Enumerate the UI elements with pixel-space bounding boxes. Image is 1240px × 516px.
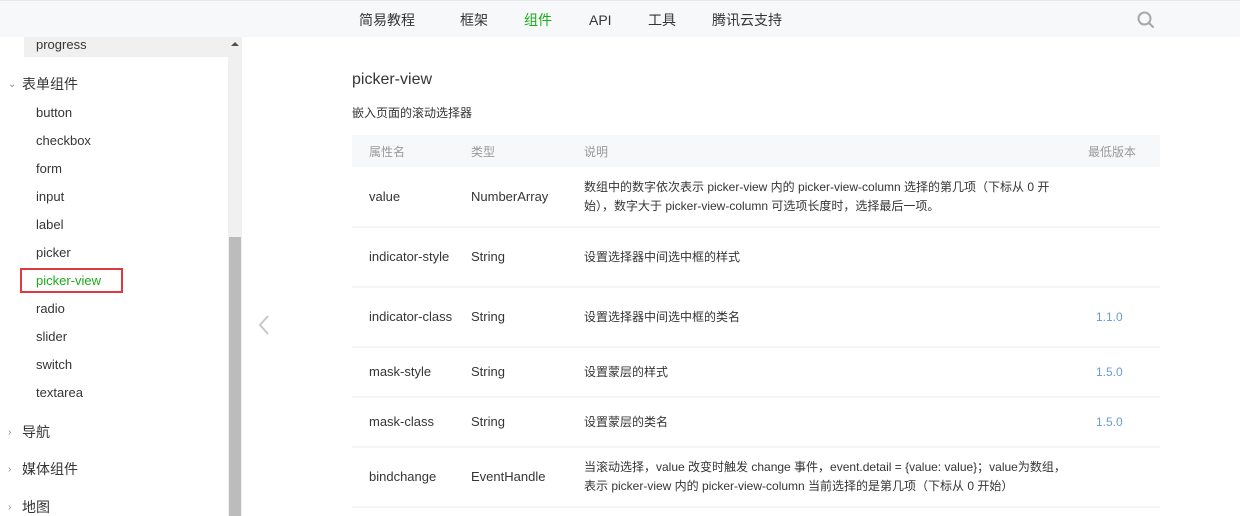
top-nav-bar: 简易教程 框架 组件 API 工具 腾讯云支持 (0, 0, 1240, 37)
attr-desc: 设置选择器中间选中框的类名 (568, 287, 1080, 348)
sidebar-item-switch[interactable]: switch (36, 357, 72, 372)
scroll-up-arrow-icon[interactable] (231, 42, 239, 46)
sidebar-item-textarea[interactable]: textarea (36, 385, 83, 400)
attr-version: 1.5.0 (1080, 347, 1160, 398)
page-title: picker-view (352, 71, 433, 88)
sidebar-group-label: 表单组件 (22, 76, 78, 92)
table-row: indicator-class String 设置选择器中间选中框的类名 1.1… (352, 287, 1160, 348)
attr-name: indicator-style (352, 227, 455, 288)
sidebar-group-navigation[interactable]: › 导航 (8, 422, 50, 442)
attr-name: indicator-class (352, 287, 455, 348)
header-type: 类型 (455, 135, 568, 167)
search-icon[interactable] (1136, 10, 1156, 30)
attr-name: mask-style (352, 347, 455, 398)
chevron-down-icon: ⌄ (8, 78, 17, 90)
attr-name: mask-class (352, 397, 455, 448)
sidebar-item-input[interactable]: input (36, 189, 64, 204)
sidebar-item-checkbox[interactable]: checkbox (36, 133, 91, 148)
sidebar-group-label: 地图 (22, 499, 50, 515)
sidebar-scrollbar[interactable] (228, 37, 242, 516)
attr-type: String (455, 347, 568, 398)
attr-name: value (352, 167, 455, 228)
nav-item-tutorial[interactable]: 简易教程 (359, 10, 460, 30)
table-row: indicator-style String 设置选择器中间选中框的样式 (352, 227, 1160, 288)
sidebar-item-label[interactable]: label (36, 217, 63, 232)
sidebar-item-slider[interactable]: slider (36, 329, 67, 344)
attr-type: String (455, 287, 568, 348)
scrollbar-thumb[interactable] (229, 237, 241, 516)
sidebar-item-form[interactable]: form (36, 161, 62, 176)
chevron-right-icon: › (8, 501, 12, 513)
header-attr-name: 属性名 (352, 135, 455, 167)
table-row: mask-style String 设置蒙层的样式 1.5.0 (352, 347, 1160, 398)
sidebar-group-form[interactable]: ⌄ 表单组件 (8, 74, 78, 94)
nav-item-components[interactable]: 组件 (524, 10, 589, 30)
attr-type: String (455, 397, 568, 448)
sidebar-item-picker[interactable]: picker (36, 245, 71, 260)
sidebar-group-map[interactable]: › 地图 (8, 497, 50, 516)
sidebar-item-button[interactable]: button (36, 105, 72, 120)
table-row: mask-class String 设置蒙层的类名 1.5.0 (352, 397, 1160, 448)
header-description: 说明 (568, 135, 1080, 167)
sidebar-group-label: 导航 (22, 424, 50, 440)
attr-type: String (455, 227, 568, 288)
chevron-right-icon: › (8, 463, 12, 475)
attr-version: 1.1.0 (1080, 287, 1160, 348)
attr-version (1080, 447, 1160, 508)
selected-item-highlight (20, 268, 123, 293)
attr-version: 1.5.0 (1080, 397, 1160, 448)
nav-item-tencent-cloud[interactable]: 腾讯云支持 (712, 10, 782, 30)
nav-item-api[interactable]: API (589, 12, 648, 28)
table-row: value NumberArray 数组中的数字依次表示 picker-view… (352, 167, 1160, 228)
attributes-table: 属性名 类型 说明 最低版本 value NumberArray 数组中的数字依… (352, 135, 1160, 508)
chevron-right-icon: › (8, 426, 12, 438)
prev-page-arrow-icon[interactable] (256, 313, 272, 337)
attr-desc: 设置蒙层的类名 (568, 397, 1080, 448)
attr-desc: 设置选择器中间选中框的样式 (568, 227, 1080, 288)
sidebar-item-radio[interactable]: radio (36, 301, 65, 316)
table-header-row: 属性名 类型 说明 最低版本 (352, 135, 1160, 167)
header-min-version: 最低版本 (1080, 135, 1160, 167)
attr-version (1080, 227, 1160, 288)
nav-item-tools[interactable]: 工具 (648, 10, 712, 30)
main-nav: 简易教程 框架 组件 API 工具 腾讯云支持 (359, 1, 782, 38)
attr-name: bindchange (352, 447, 455, 508)
attr-desc: 数组中的数字依次表示 picker-view 内的 picker-view-co… (568, 167, 1080, 228)
nav-item-framework[interactable]: 框架 (460, 10, 524, 30)
table-row: bindchange EventHandle 当滚动选择，value 改变时触发… (352, 447, 1160, 508)
page-description: 嵌入页面的滚动选择器 (352, 106, 473, 120)
sidebar-group-label: 媒体组件 (22, 461, 78, 477)
sidebar-item-progress[interactable]: progress (36, 37, 87, 52)
attr-version (1080, 167, 1160, 228)
attr-desc: 设置蒙层的样式 (568, 347, 1080, 398)
attr-desc: 当滚动选择，value 改变时触发 change 事件，event.detail… (568, 447, 1080, 508)
attr-type: NumberArray (455, 167, 568, 228)
attr-type: EventHandle (455, 447, 568, 508)
sidebar-group-media[interactable]: › 媒体组件 (8, 459, 78, 479)
